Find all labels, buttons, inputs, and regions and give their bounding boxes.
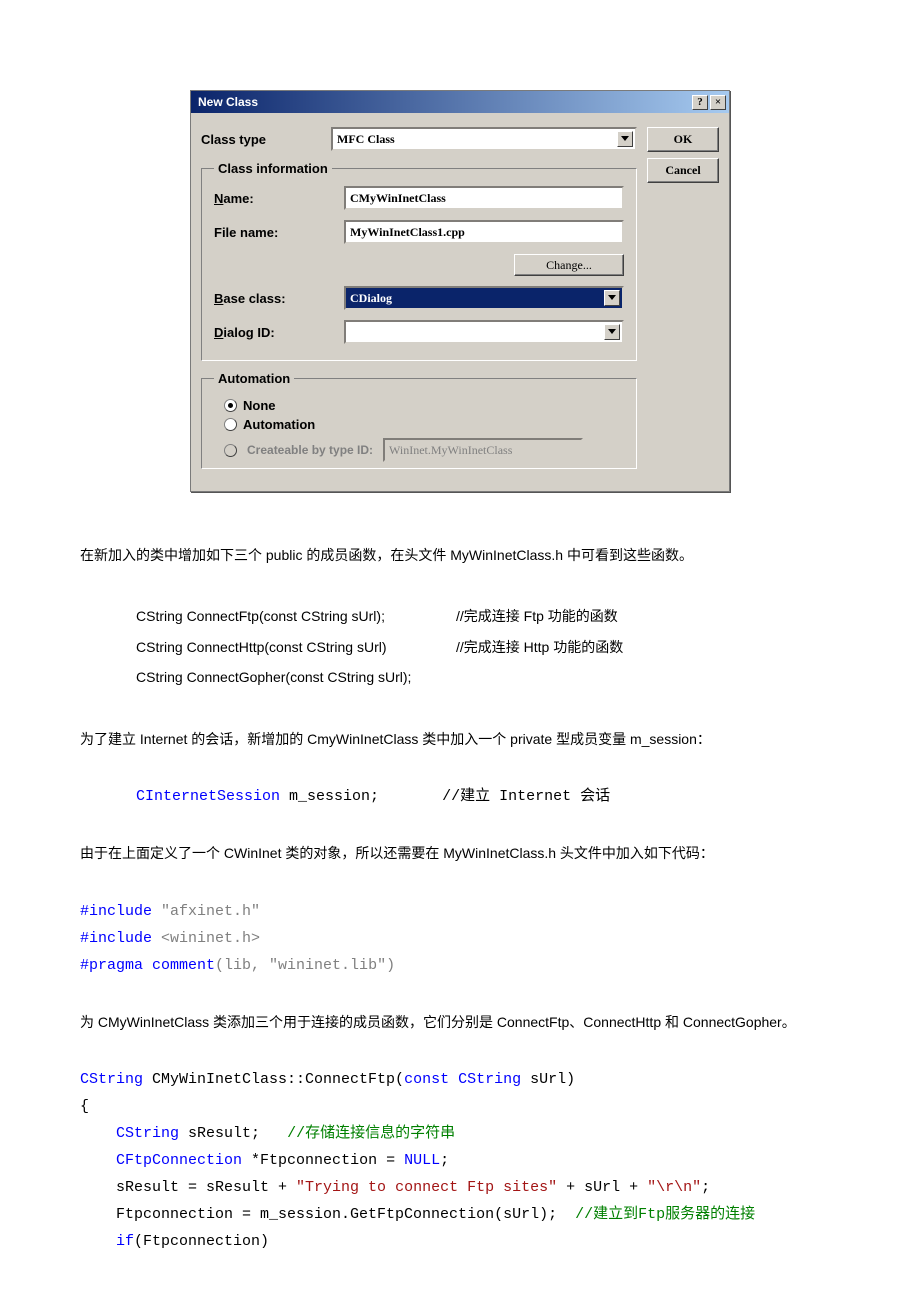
radio-createable-label: Createable by type ID: <box>247 443 373 457</box>
base-class-label: Base class: <box>214 291 344 306</box>
para-4: 为 CMyWinInetClass 类添加三个用于连接的成员函数，它们分别是 C… <box>80 1009 840 1036</box>
name-label: Name: <box>214 191 344 206</box>
radio-automation-label: Automation <box>243 417 315 432</box>
radio-none[interactable] <box>224 399 237 412</box>
cancel-button[interactable]: Cancel <box>647 158 719 183</box>
radio-automation-row[interactable]: Automation <box>224 417 624 432</box>
new-class-dialog: New Class ? × Class type MFC Class <box>190 90 730 492</box>
automation-group: Automation None Automation Createable by… <box>201 371 637 469</box>
radio-createable <box>224 444 237 457</box>
radio-automation[interactable] <box>224 418 237 431</box>
type-id-input: WinInet.MyWinInetClass <box>383 438 583 462</box>
file-name-input[interactable]: MyWinInetClass1.cpp <box>344 220 624 244</box>
titlebar: New Class ? × <box>191 91 729 113</box>
base-class-combo[interactable]: CDialog <box>344 286 624 310</box>
chevron-down-icon[interactable] <box>604 290 620 306</box>
para-2: 为了建立 Internet 的会话，新增加的 CmyWinInetClass 类… <box>80 726 840 753</box>
file-name-label: File name: <box>214 225 344 240</box>
chevron-down-icon[interactable] <box>617 131 633 147</box>
radio-none-label: None <box>243 398 276 413</box>
connectftp-code: CString CMyWinInetClass::ConnectFtp(cons… <box>80 1066 840 1255</box>
includes-block: #include "afxinet.h" #include <wininet.h… <box>80 898 840 979</box>
base-class-value: CDialog <box>350 291 392 306</box>
name-input[interactable]: CMyWinInetClass <box>344 186 624 210</box>
dialog-id-combo[interactable] <box>344 320 624 344</box>
class-type-value: MFC Class <box>337 132 395 147</box>
class-information-group: Class information Name: CMyWinInetClass … <box>201 161 637 361</box>
radio-none-row[interactable]: None <box>224 398 624 413</box>
fn3: CString ConnectGopher(const CString sUrl… <box>136 664 840 691</box>
close-icon[interactable]: × <box>710 95 726 110</box>
document-body: 在新加入的类中增加如下三个 public 的成员函数，在头文件 MyWinIne… <box>80 542 840 1255</box>
fn2: CString ConnectHttp(const CString sUrl)/… <box>136 634 840 661</box>
change-button[interactable]: Change... <box>514 254 624 276</box>
help-icon[interactable]: ? <box>692 95 708 110</box>
dialog-id-label: Dialog ID: <box>214 325 344 340</box>
session-decl: CInternetSession m_session; //建立 Interne… <box>80 783 840 810</box>
para-3: 由于在上面定义了一个 CWinInet 类的对象，所以还需要在 MyWinIne… <box>80 840 840 867</box>
ok-button[interactable]: OK <box>647 127 719 152</box>
dialog-title: New Class <box>194 95 258 109</box>
chevron-down-icon[interactable] <box>604 324 620 340</box>
class-type-combo[interactable]: MFC Class <box>331 127 637 151</box>
automation-legend: Automation <box>214 371 294 386</box>
para-1: 在新加入的类中增加如下三个 public 的成员函数，在头文件 MyWinIne… <box>80 542 840 569</box>
class-type-label: Class type <box>201 132 331 147</box>
fn1: CString ConnectFtp(const CString sUrl);/… <box>136 603 840 630</box>
class-info-legend: Class information <box>214 161 332 176</box>
